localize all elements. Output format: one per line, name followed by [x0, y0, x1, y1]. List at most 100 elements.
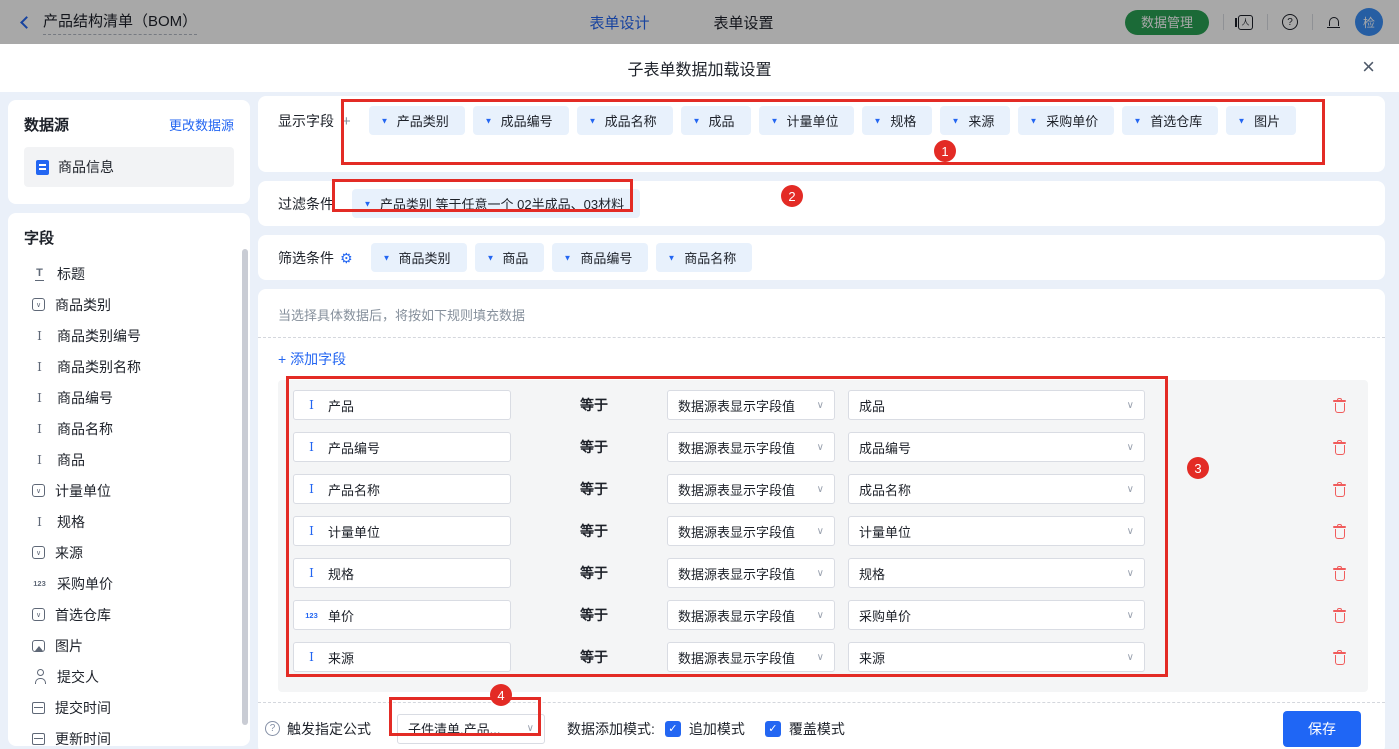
- delete-icon[interactable]: [1333, 524, 1346, 539]
- caret-down-icon: ▼: [1238, 116, 1246, 125]
- field-item[interactable]: 首选仓库: [24, 599, 242, 630]
- caret-down-icon: ▼: [874, 116, 882, 125]
- image-field-icon: [32, 640, 45, 652]
- field-item[interactable]: 计量单位: [24, 475, 242, 506]
- scrollbar-thumb[interactable]: [242, 249, 248, 725]
- add-display-field-button[interactable]: +: [342, 113, 351, 130]
- screen-field-tag[interactable]: ▼商品: [475, 243, 545, 272]
- delete-icon[interactable]: [1333, 440, 1346, 455]
- rule-field-input[interactable]: 单价: [293, 600, 511, 630]
- delete-icon[interactable]: [1333, 608, 1346, 623]
- field-item[interactable]: 商品类别名称: [24, 351, 242, 382]
- display-field-tag[interactable]: ▼来源: [940, 106, 1010, 135]
- rule-source-select[interactable]: 数据源表显示字段值 ∨: [667, 474, 835, 504]
- delete-icon[interactable]: [1333, 566, 1346, 581]
- rule-field-input[interactable]: 规格: [293, 558, 511, 588]
- display-fields-card: 显示字段 + ▼产品类别 ▼成品编号 ▼成品名称 ▼成品 ▼计量单位 ▼规格 ▼…: [258, 96, 1385, 172]
- field-item[interactable]: 图片: [24, 630, 242, 661]
- field-item[interactable]: 商品名称: [24, 413, 242, 444]
- display-field-tag[interactable]: ▼采购单价: [1018, 106, 1114, 135]
- delete-icon[interactable]: [1333, 398, 1346, 413]
- field-item[interactable]: 商品类别: [24, 289, 242, 320]
- rule-field-input[interactable]: 计量单位: [293, 516, 511, 546]
- display-field-tag[interactable]: ▼成品: [681, 106, 751, 135]
- rule-source-select[interactable]: 数据源表显示字段值 ∨: [667, 390, 835, 420]
- rule-value-select[interactable]: 来源 ∨: [848, 642, 1145, 672]
- rule-source-select[interactable]: 数据源表显示字段值 ∨: [667, 600, 835, 630]
- filter-label-wrap: 过滤条件: [268, 189, 334, 214]
- delete-icon[interactable]: [1333, 482, 1346, 497]
- divider: [258, 337, 1385, 338]
- field-item[interactable]: 来源: [24, 537, 242, 568]
- tag-label: 商品类别: [398, 248, 450, 267]
- settings-main: 显示字段 + ▼产品类别 ▼成品编号 ▼成品名称 ▼成品 ▼计量单位 ▼规格 ▼…: [258, 96, 1385, 749]
- display-field-tag[interactable]: ▼首选仓库: [1122, 106, 1218, 135]
- tag-label: 成品编号: [501, 111, 553, 130]
- document-icon: [36, 160, 49, 175]
- field-item[interactable]: 商品类别编号: [24, 320, 242, 351]
- screen-tags: ▼商品类别 ▼商品 ▼商品编号 ▼商品名称: [371, 243, 1361, 272]
- datasource-item[interactable]: 商品信息: [24, 147, 234, 187]
- display-field-tag[interactable]: ▼ 成品编号: [473, 106, 569, 135]
- filter-condition-tag[interactable]: ▼产品类别 等于任意一个 02半成品、03材料: [352, 189, 640, 218]
- rule-value-select[interactable]: 成品名称 ∨: [848, 474, 1145, 504]
- field-item-label: 提交人: [57, 667, 99, 687]
- rule-value-select[interactable]: 计量单位 ∨: [848, 516, 1145, 546]
- field-item[interactable]: 提交人: [24, 661, 242, 692]
- field-item[interactable]: 标题: [24, 258, 242, 289]
- display-field-tag[interactable]: ▼产品类别: [369, 106, 465, 135]
- rule-value-select[interactable]: 成品 ∨: [848, 390, 1145, 420]
- display-field-tag[interactable]: ▼成品名称: [577, 106, 673, 135]
- rule-value-select[interactable]: 成品编号 ∨: [848, 432, 1145, 462]
- field-item[interactable]: 采购单价: [24, 568, 242, 599]
- screen-field-tag[interactable]: ▼商品名称: [656, 243, 752, 272]
- text-field-icon: [304, 398, 319, 413]
- append-mode-checkbox[interactable]: ✓ 追加模式: [665, 719, 745, 739]
- formula-select[interactable]: 子件清单.产品... ∨: [397, 714, 545, 744]
- screen-label-wrap: 筛选条件 ⚙: [268, 243, 353, 268]
- rule-source-select[interactable]: 数据源表显示字段值 ∨: [667, 558, 835, 588]
- display-field-tag[interactable]: ▼规格: [862, 106, 932, 135]
- rule-value-select[interactable]: 采购单价 ∨: [848, 600, 1145, 630]
- rule-value-select[interactable]: 规格 ∨: [848, 558, 1145, 588]
- rule-row: 单价 等于 数据源表显示字段值 ∨ 采购单价 ∨: [293, 600, 1346, 630]
- gear-icon[interactable]: ⚙: [340, 250, 353, 267]
- field-item[interactable]: 商品: [24, 444, 242, 475]
- checkbox-label: 追加模式: [689, 719, 745, 739]
- rule-source-select[interactable]: 数据源表显示字段值 ∨: [667, 642, 835, 672]
- screen-field-tag[interactable]: ▼商品类别: [371, 243, 467, 272]
- screen-field-tag[interactable]: ▼商品编号: [552, 243, 648, 272]
- display-field-tag[interactable]: ▼计量单位: [759, 106, 855, 135]
- rule-field-input[interactable]: 来源: [293, 642, 511, 672]
- delete-icon[interactable]: [1333, 650, 1346, 665]
- caret-down-icon: ▼: [484, 116, 492, 125]
- overwrite-mode-checkbox[interactable]: ✓ 覆盖模式: [765, 719, 845, 739]
- caret-down-icon: ▼: [486, 253, 494, 262]
- rule-source-value: 数据源表显示字段值: [678, 480, 795, 499]
- rules-footer: ? 触发指定公式 子件清单.产品... ∨ 数据添加模式: ✓ 追加模式 ✓: [258, 702, 1385, 749]
- display-field-tag[interactable]: ▼图片: [1226, 106, 1296, 135]
- save-button[interactable]: 保存: [1283, 711, 1361, 747]
- select-field-icon: [32, 484, 45, 497]
- field-item[interactable]: 商品编号: [24, 382, 242, 413]
- text-field-icon: [304, 650, 319, 665]
- field-item[interactable]: 提交时间: [24, 692, 242, 723]
- change-datasource-link[interactable]: 更改数据源: [169, 115, 234, 134]
- chevron-down-icon: ∨: [817, 484, 824, 495]
- help-icon[interactable]: ?: [265, 721, 280, 736]
- fields-card: 字段 标题 商品类别 商品类别编号 商品类别名称: [8, 213, 250, 746]
- rule-field-input[interactable]: 产品编号: [293, 432, 511, 462]
- rule-source-select[interactable]: 数据源表显示字段值 ∨: [667, 432, 835, 462]
- rule-field-input[interactable]: 产品: [293, 390, 511, 420]
- tag-label: 首选仓库: [1150, 111, 1202, 130]
- field-item[interactable]: 规格: [24, 506, 242, 537]
- rule-source-select[interactable]: 数据源表显示字段值 ∨: [667, 516, 835, 546]
- field-item-label: 商品类别编号: [57, 326, 141, 346]
- add-field-link[interactable]: + 添加字段: [278, 349, 346, 369]
- rule-field-input[interactable]: 产品名称: [293, 474, 511, 504]
- field-item-label: 计量单位: [55, 481, 111, 501]
- field-item[interactable]: 更新时间: [24, 723, 242, 746]
- rule-value: 成品: [859, 396, 885, 415]
- close-icon[interactable]: ×: [1362, 56, 1375, 78]
- field-item-label: 图片: [55, 636, 83, 656]
